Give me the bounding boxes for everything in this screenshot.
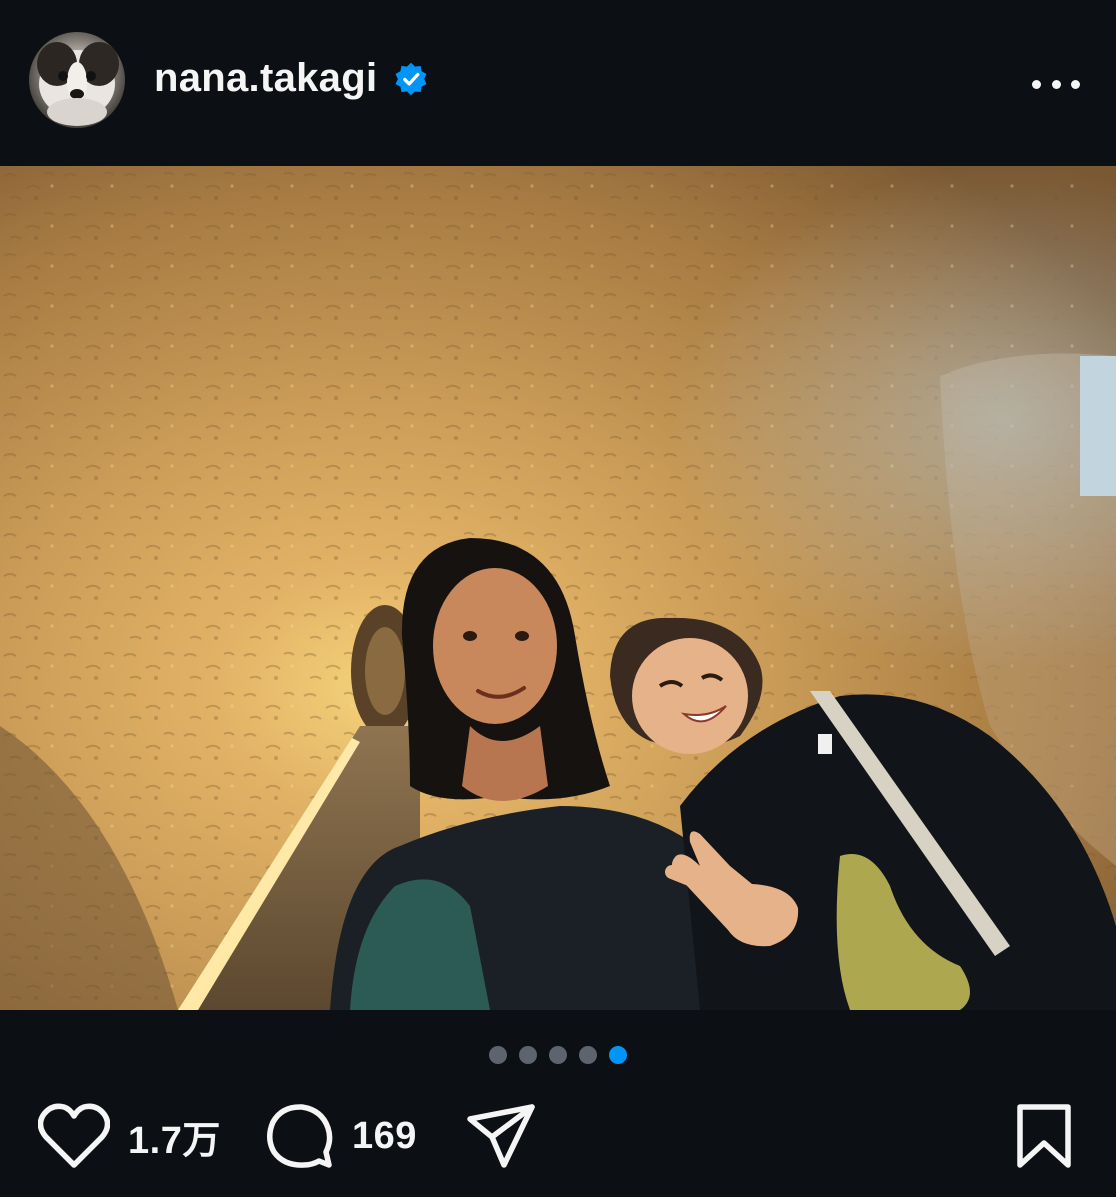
share-button[interactable] (466, 1100, 536, 1172)
post-photo[interactable] (0, 166, 1116, 1010)
comments-count[interactable]: 169 (352, 1115, 417, 1158)
more-options-button[interactable] (1032, 64, 1080, 104)
verified-badge-icon (395, 62, 427, 96)
carousel-dot (579, 1046, 597, 1064)
likes-count[interactable]: 1.7万 (128, 1109, 221, 1164)
username[interactable]: nana.takagi (154, 56, 377, 101)
post-header: nana.takagi (0, 0, 1116, 166)
bookmark-icon (1017, 1104, 1071, 1168)
more-options-icon (1032, 79, 1041, 89)
carousel-dot (519, 1046, 537, 1064)
send-icon (467, 1104, 535, 1168)
carousel-indicator (0, 1046, 1116, 1064)
carousel-dot (489, 1046, 507, 1064)
save-button[interactable] (1014, 1100, 1074, 1172)
instagram-post: nana.takagi 1.7万 169 (0, 0, 1116, 1197)
tunnel-selfie-image (0, 166, 1116, 1010)
like-button[interactable]: 1.7万 (38, 1100, 221, 1172)
carousel-dot (549, 1046, 567, 1064)
heart-icon (38, 1103, 110, 1168)
dog-avatar-icon (37, 42, 119, 126)
comment-icon (267, 1104, 333, 1168)
user-avatar[interactable] (29, 32, 125, 128)
comment-button[interactable]: 169 (266, 1100, 417, 1172)
action-bar: 1.7万 169 (0, 1100, 1116, 1180)
carousel-dot-active (609, 1046, 627, 1064)
